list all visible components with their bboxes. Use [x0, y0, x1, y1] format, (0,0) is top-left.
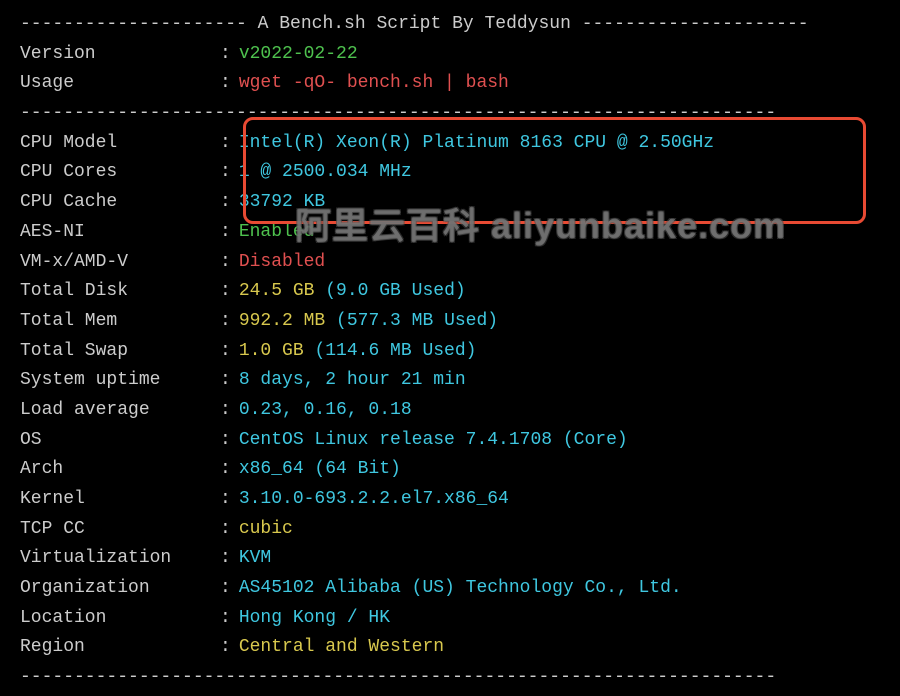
value-mem-used: (577.3 MB Used) [336, 311, 498, 331]
row-virt: Virtualization:KVM [20, 544, 880, 574]
label-org: Organization [20, 574, 220, 604]
row-swap: Total Swap:1.0 GB (114.6 MB Used) [20, 337, 880, 367]
label-mem: Total Mem [20, 307, 220, 337]
label-aes: AES-NI [20, 218, 220, 248]
label-uptime: System uptime [20, 366, 220, 396]
value-disk: 24.5 GB [239, 281, 315, 301]
value-aes: Enabled [239, 218, 315, 248]
value-swap: 1.0 GB [239, 341, 304, 361]
value-uptime: 8 days, 2 hour 21 min [239, 366, 466, 396]
row-version: Version:v2022-02-22 [20, 40, 880, 70]
label-os: OS [20, 426, 220, 456]
label-vmx: VM-x/AMD-V [20, 248, 220, 278]
header-title-line: --------------------- A Bench.sh Script … [20, 10, 880, 40]
value-org: AS45102 Alibaba (US) Technology Co., Ltd… [239, 574, 682, 604]
label-loc: Location [20, 604, 220, 634]
row-os: OS:CentOS Linux release 7.4.1708 (Core) [20, 426, 880, 456]
script-title: A Bench.sh Script By Teddysun [258, 14, 571, 34]
value-arch: x86_64 (64 Bit) [239, 455, 401, 485]
value-disk-used: (9.0 GB Used) [325, 281, 465, 301]
label-virt: Virtualization [20, 544, 220, 574]
value-version: v2022-02-22 [239, 40, 358, 70]
label-region: Region [20, 633, 220, 663]
label-swap: Total Swap [20, 337, 220, 367]
value-cpu-model: Intel(R) Xeon(R) Platinum 8163 CPU @ 2.5… [239, 129, 714, 159]
row-uptime: System uptime:8 days, 2 hour 21 min [20, 366, 880, 396]
row-cpu-cores: CPU Cores:1 @ 2500.034 MHz [20, 158, 880, 188]
value-vmx: Disabled [239, 248, 325, 278]
label-tcpcc: TCP CC [20, 515, 220, 545]
row-loc: Location:Hong Kong / HK [20, 604, 880, 634]
row-tcpcc: TCP CC:cubic [20, 515, 880, 545]
value-loc: Hong Kong / HK [239, 604, 390, 634]
row-cpu-cache: CPU Cache:33792 KB [20, 188, 880, 218]
value-usage: wget -qO- bench.sh | bash [239, 69, 509, 99]
value-virt: KVM [239, 544, 271, 574]
row-cpu-model: CPU Model:Intel(R) Xeon(R) Platinum 8163… [20, 129, 880, 159]
label-cpu-cores: CPU Cores [20, 158, 220, 188]
label-load: Load average [20, 396, 220, 426]
value-load: 0.23, 0.16, 0.18 [239, 396, 412, 426]
label-usage: Usage [20, 69, 220, 99]
value-tcpcc: cubic [239, 515, 293, 545]
row-aes: AES-NI:Enabled [20, 218, 880, 248]
value-mem: 992.2 MB [239, 311, 325, 331]
label-cpu-model: CPU Model [20, 129, 220, 159]
row-org: Organization:AS45102 Alibaba (US) Techno… [20, 574, 880, 604]
label-version: Version [20, 40, 220, 70]
label-kernel: Kernel [20, 485, 220, 515]
row-region: Region:Central and Western [20, 633, 880, 663]
row-usage: Usage:wget -qO- bench.sh | bash [20, 69, 880, 99]
row-load: Load average:0.23, 0.16, 0.18 [20, 396, 880, 426]
divider-line-bottom: ----------------------------------------… [20, 663, 880, 693]
row-mem: Total Mem:992.2 MB (577.3 MB Used) [20, 307, 880, 337]
row-vmx: VM-x/AMD-V:Disabled [20, 248, 880, 278]
row-kernel: Kernel:3.10.0-693.2.2.el7.x86_64 [20, 485, 880, 515]
row-arch: Arch:x86_64 (64 Bit) [20, 455, 880, 485]
label-arch: Arch [20, 455, 220, 485]
value-kernel: 3.10.0-693.2.2.el7.x86_64 [239, 485, 509, 515]
value-swap-used: (114.6 MB Used) [314, 341, 476, 361]
label-disk: Total Disk [20, 277, 220, 307]
divider-line: ----------------------------------------… [20, 99, 880, 129]
value-os: CentOS Linux release 7.4.1708 (Core) [239, 426, 628, 456]
value-region: Central and Western [239, 633, 444, 663]
value-cpu-cache: 33792 KB [239, 188, 325, 218]
label-cpu-cache: CPU Cache [20, 188, 220, 218]
row-disk: Total Disk:24.5 GB (9.0 GB Used) [20, 277, 880, 307]
value-cpu-cores: 1 @ 2500.034 MHz [239, 158, 412, 188]
